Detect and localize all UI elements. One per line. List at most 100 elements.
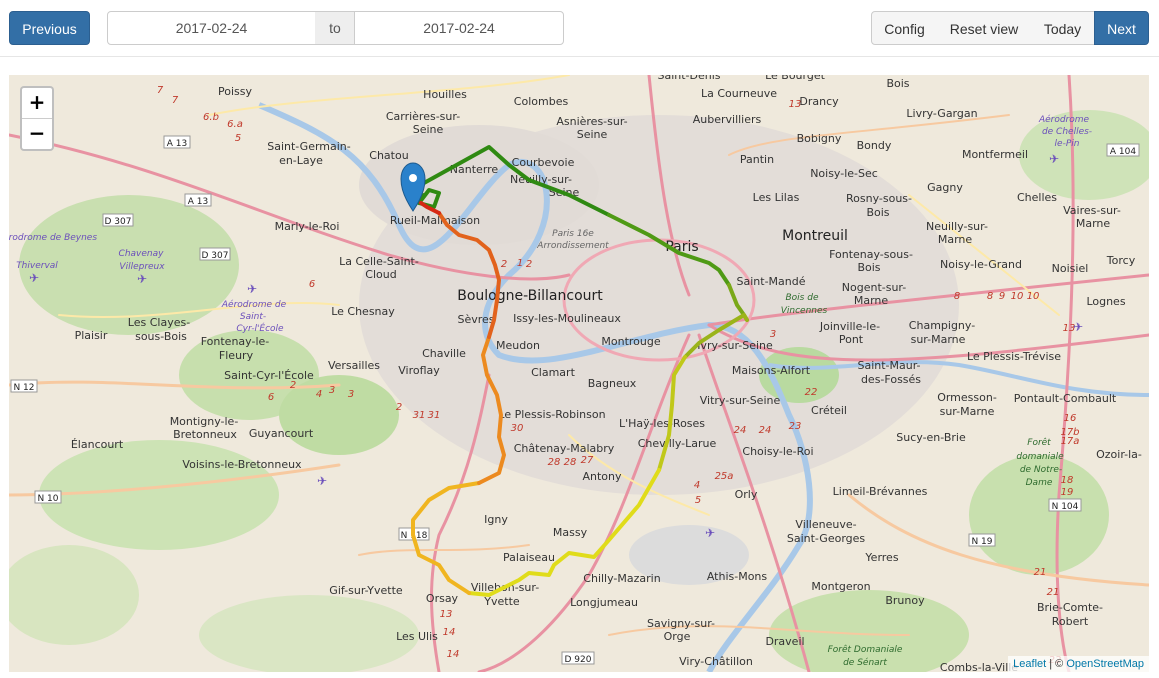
place-label: Savigny-sur- [647, 617, 715, 630]
svg-text:24: 24 [759, 425, 772, 436]
svg-text:22: 22 [805, 387, 818, 398]
place-label: Bois [866, 206, 889, 219]
svg-text:A 13: A 13 [167, 139, 187, 149]
place-label: Noisiel [1052, 262, 1089, 275]
place-label: Le Plessis-Trévise [967, 350, 1061, 363]
place-label: Issy-les-Moulineaux [513, 312, 621, 325]
config-button[interactable]: Config [871, 11, 938, 45]
place-label: Vitry-sur-Seine [700, 394, 781, 407]
svg-text:N 12: N 12 [13, 383, 34, 393]
map-view[interactable]: A 13 A 13 D 307 D 307 N 12 N 10 N 118 N … [9, 75, 1149, 672]
place-label: La Celle-Saint- [339, 255, 419, 268]
place-label: Choisy-le-Roi [742, 445, 813, 458]
place-label: Saint-Cyr-l'École [224, 369, 314, 382]
place-label: de Notre- [1020, 465, 1062, 475]
place-label: Champigny- [909, 319, 975, 332]
place-label: Bois [886, 77, 909, 90]
place-label: Brie-Comte- [1037, 601, 1103, 614]
place-label: L'Haÿ-les-Roses [619, 417, 705, 430]
svg-text:N 19: N 19 [971, 537, 992, 547]
zoom-out-button[interactable]: − [22, 119, 52, 149]
place-label: Sucy-en-Brie [896, 431, 966, 444]
place-label: Fontenay-sous- [829, 248, 913, 261]
svg-text:5: 5 [235, 133, 241, 144]
place-label: Combs-la-Ville [940, 661, 1018, 672]
place-label: Montrouge [601, 335, 660, 348]
place-label: Saint-Maur- [857, 359, 920, 372]
place-label: Pont [839, 333, 864, 346]
map-tiles[interactable]: A 13 A 13 D 307 D 307 N 12 N 10 N 118 N … [9, 75, 1149, 672]
next-button[interactable]: Next [1094, 11, 1149, 45]
place-label: Carrières-sur- [386, 110, 460, 123]
place-label: Ivry-sur-Seine [697, 339, 773, 352]
place-label: Arrondissement [536, 241, 609, 251]
place-label: Fleury [219, 349, 254, 362]
svg-text:D 920: D 920 [565, 655, 592, 665]
place-label: Maisons-Alfort [732, 364, 811, 377]
place-label: Seine [577, 128, 608, 141]
place-label: Marly-le-Roi [275, 220, 340, 233]
place-label: Orly [735, 488, 758, 501]
place-label: Montigny-le- [170, 415, 239, 428]
place-label: Orge [664, 630, 691, 643]
place-label: Montgeron [811, 580, 870, 593]
place-label: Aérodrome de [221, 299, 287, 310]
place-label: Créteil [811, 404, 847, 417]
place-label: Le Bourget [765, 75, 826, 82]
place-label: Clamart [531, 366, 575, 379]
place-label: Marne [854, 294, 889, 307]
place-label: Bretonneux [173, 428, 237, 441]
place-label: Draveil [765, 635, 804, 648]
zoom-control: + − [20, 86, 54, 151]
place-label: Forêt [1027, 437, 1051, 448]
previous-button[interactable]: Previous [9, 11, 90, 45]
place-label: Bois de [786, 293, 819, 303]
zoom-in-button[interactable]: + [22, 88, 52, 119]
airport-icon: ✈ [247, 282, 257, 296]
svg-text:8: 8 [954, 291, 960, 302]
svg-text:1: 1 [517, 258, 523, 269]
place-label: Fontenay-le- [201, 335, 270, 348]
place-label: Courbevoie [512, 156, 575, 169]
date-from-input[interactable] [107, 11, 316, 45]
place-label: Bois [857, 261, 880, 274]
place-label: Rueil-Malmaison [390, 214, 480, 227]
attribution-separator: | © [1046, 658, 1067, 670]
svg-text:6: 6 [268, 392, 274, 403]
place-label: Poissy [218, 85, 252, 98]
today-button[interactable]: Today [1031, 11, 1095, 45]
place-label: Les Lilas [753, 191, 800, 204]
place-label: Longjumeau [570, 596, 638, 609]
place-label: Nogent-sur- [842, 281, 906, 294]
svg-text:A 13: A 13 [188, 197, 208, 207]
place-label: La Courneuve [701, 87, 777, 100]
place-label: Rosny-sous- [846, 192, 912, 205]
place-label: Yerres [864, 551, 898, 564]
place-label: Viry-Châtillon [679, 655, 753, 668]
forest-area [39, 440, 279, 550]
svg-text:28: 28 [564, 457, 577, 468]
place-label: Versailles [328, 359, 380, 372]
reset-view-button[interactable]: Reset view [937, 11, 1032, 45]
svg-text:4: 4 [316, 389, 322, 400]
place-label: sur-Marne [940, 405, 995, 418]
place-label: Viroflay [398, 364, 440, 377]
place-label: Antony [582, 470, 622, 483]
place-label: Forêt Domaniale [828, 644, 903, 655]
date-separator: to [315, 11, 355, 45]
place-label: Saint-Georges [787, 532, 866, 545]
svg-text:5: 5 [695, 495, 701, 506]
place-label: des-Fossés [861, 373, 921, 386]
place-label: Ozoir-la- [1096, 448, 1142, 461]
airport-icon: ✈ [317, 474, 327, 488]
place-label: Marne [1076, 217, 1111, 230]
place-label: Dame [1026, 478, 1053, 488]
place-label: Meudon [496, 339, 540, 352]
leaflet-link[interactable]: Leaflet [1013, 658, 1046, 670]
svg-text:17a: 17a [1061, 436, 1080, 447]
osm-link[interactable]: OpenStreetMap [1066, 658, 1144, 670]
place-label: Plaisir [75, 329, 108, 342]
place-label: Boulogne-Billancourt [457, 288, 603, 304]
svg-text:13: 13 [440, 609, 453, 620]
date-to-input[interactable] [354, 11, 564, 45]
